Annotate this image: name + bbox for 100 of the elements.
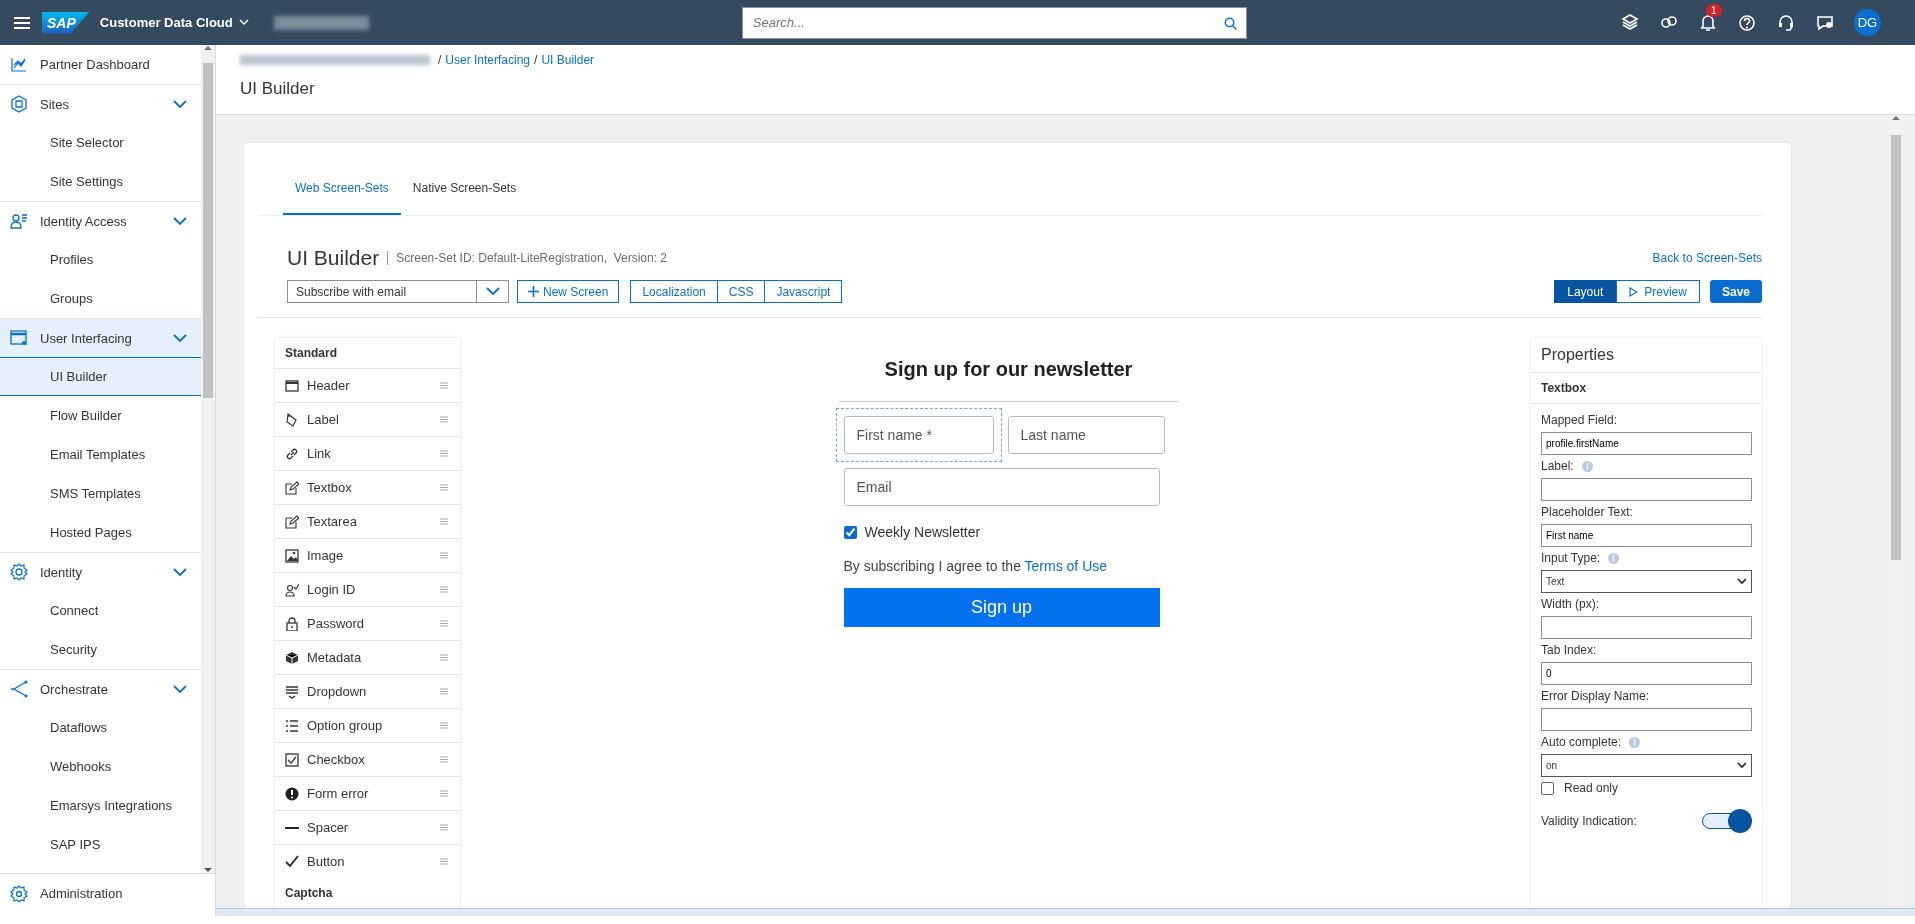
- drag-handle-icon[interactable]: [440, 756, 448, 763]
- info-icon[interactable]: [1608, 552, 1620, 564]
- newsletter-checkbox[interactable]: [843, 525, 857, 539]
- editor-button[interactable]: CSS: [716, 280, 766, 303]
- screen-dropdown[interactable]: Subscribe with email: [287, 280, 509, 303]
- widget-item[interactable]: Checkbox: [275, 742, 460, 776]
- back-link[interactable]: Back to Screen-Sets: [1652, 251, 1762, 265]
- nav-item[interactable]: Partner Dashboard: [0, 45, 201, 84]
- nav-subitem[interactable]: Email Templates: [0, 435, 201, 474]
- headset-icon[interactable]: [1776, 12, 1796, 33]
- breadcrumb-link[interactable]: UI Builder: [541, 53, 595, 67]
- field-label: Auto complete:: [1541, 735, 1622, 749]
- user-avatar[interactable]: DG: [1854, 9, 1881, 36]
- info-icon[interactable]: [1581, 460, 1593, 472]
- drag-handle-icon[interactable]: [440, 790, 448, 797]
- drag-handle-icon[interactable]: [440, 824, 448, 831]
- search-field[interactable]: Search...: [741, 6, 1247, 39]
- nav-subitem[interactable]: Dataflows: [0, 708, 201, 747]
- nav-subitem[interactable]: Site Settings: [0, 162, 201, 201]
- text-input[interactable]: [1541, 616, 1752, 639]
- widget-item[interactable]: Login ID: [275, 572, 460, 606]
- widget-item[interactable]: Spacer: [275, 810, 460, 844]
- widget-item[interactable]: Image: [275, 538, 460, 572]
- widget-item[interactable]: Header: [275, 368, 460, 402]
- scrollbar-thumb[interactable]: [203, 63, 213, 398]
- drag-handle-icon[interactable]: [440, 450, 448, 457]
- widget-item[interactable]: Dropdown: [275, 674, 460, 708]
- nav-subitem[interactable]: Profiles: [0, 240, 201, 279]
- nav-subitem[interactable]: Connect: [0, 591, 201, 630]
- text-input[interactable]: 0: [1541, 662, 1752, 685]
- drag-handle-icon[interactable]: [440, 620, 448, 627]
- help-icon[interactable]: [1737, 12, 1757, 33]
- mode-toggle[interactable]: Layout: [1554, 280, 1617, 303]
- widget-item[interactable]: Button: [275, 844, 460, 878]
- nav-item[interactable]: Administration: [0, 874, 215, 913]
- text-input[interactable]: Last name: [1007, 416, 1165, 454]
- terms-link[interactable]: Terms of Use: [1024, 558, 1108, 574]
- cube-icon[interactable]: [1620, 12, 1640, 33]
- nav-subitem[interactable]: Site Selector: [0, 123, 201, 162]
- nav-subitem[interactable]: Hosted Pages: [0, 513, 201, 552]
- mode-toggle[interactable]: Preview: [1616, 280, 1700, 303]
- search-icon[interactable]: [1223, 16, 1237, 30]
- widget-item[interactable]: Option group: [275, 708, 460, 742]
- text-input[interactable]: First name *: [843, 416, 994, 454]
- drag-handle-icon[interactable]: [440, 382, 448, 389]
- product-switcher[interactable]: Customer Data Cloud: [99, 15, 233, 30]
- nav-item[interactable]: Sites: [0, 84, 201, 123]
- nav-subitem[interactable]: SMS Templates: [0, 474, 201, 513]
- nav-subitem[interactable]: Emarsys Integrations: [0, 786, 201, 825]
- nav-subitem[interactable]: Security: [0, 630, 201, 669]
- widget-item[interactable]: Link: [275, 436, 460, 470]
- nav-subitem[interactable]: UI Builder: [0, 357, 201, 396]
- email-input[interactable]: Email: [843, 468, 1160, 506]
- editor-button[interactable]: Javascript: [764, 280, 843, 303]
- info-icon[interactable]: [1629, 736, 1641, 748]
- checkbox[interactable]: [1541, 781, 1554, 795]
- drag-handle-icon[interactable]: [440, 552, 448, 559]
- tab[interactable]: Web Screen-Sets: [283, 181, 401, 215]
- drag-handle-icon[interactable]: [440, 416, 448, 423]
- nav-subitem[interactable]: Flow Builder: [0, 396, 201, 435]
- chevron-down-icon[interactable]: [238, 19, 249, 26]
- new-screen-button[interactable]: New Screen: [517, 280, 620, 303]
- bell-icon[interactable]: [1698, 12, 1718, 33]
- widget-item[interactable]: Textarea: [275, 504, 460, 538]
- save-button[interactable]: Save: [1709, 280, 1762, 303]
- toggle-switch[interactable]: [1702, 809, 1752, 833]
- nav-item[interactable]: User Interfacing: [0, 318, 201, 357]
- drag-handle-icon[interactable]: [440, 484, 448, 491]
- logo[interactable]: SAP: [42, 11, 90, 34]
- scroll-down-icon[interactable]: [204, 867, 212, 873]
- drag-handle-icon[interactable]: [440, 722, 448, 729]
- editor-button[interactable]: Localization: [630, 280, 718, 303]
- sign-up-button[interactable]: Sign up: [843, 588, 1160, 627]
- drag-handle-icon[interactable]: [440, 858, 448, 865]
- scrollbar-thumb[interactable]: [1891, 135, 1901, 560]
- text-input[interactable]: profile.firstName: [1541, 432, 1752, 455]
- text-input[interactable]: [1541, 478, 1752, 501]
- scrollbar[interactable]: [201, 45, 215, 873]
- widget-item[interactable]: Metadata: [275, 640, 460, 674]
- widget-item[interactable]: Textbox: [275, 470, 460, 504]
- text-input[interactable]: First name: [1541, 524, 1752, 547]
- nav-subitem[interactable]: SAP IPS: [0, 825, 201, 864]
- widget-item[interactable]: Label: [275, 402, 460, 436]
- drag-handle-icon[interactable]: [440, 586, 448, 593]
- breadcrumb-link[interactable]: User Interfacing: [445, 53, 531, 67]
- menu-icon[interactable]: [12, 14, 32, 31]
- field-frame[interactable]: Last name: [999, 408, 1173, 462]
- widget-item[interactable]: Password: [275, 606, 460, 640]
- drag-handle-icon[interactable]: [440, 654, 448, 661]
- nav-subitem[interactable]: Webhooks: [0, 747, 201, 786]
- nav-subitem[interactable]: Groups: [0, 279, 201, 318]
- selection-outline[interactable]: First name *: [835, 408, 1002, 462]
- select-field[interactable]: on: [1541, 754, 1752, 777]
- text-input[interactable]: [1541, 708, 1752, 731]
- widget-item[interactable]: Form error: [275, 776, 460, 810]
- drag-handle-icon[interactable]: [440, 518, 448, 525]
- drag-handle-icon[interactable]: [440, 688, 448, 695]
- tab[interactable]: Native Screen-Sets: [400, 181, 529, 215]
- checkbox-label: Weekly Newsletter: [864, 524, 981, 540]
- select-field[interactable]: Text: [1541, 570, 1752, 593]
